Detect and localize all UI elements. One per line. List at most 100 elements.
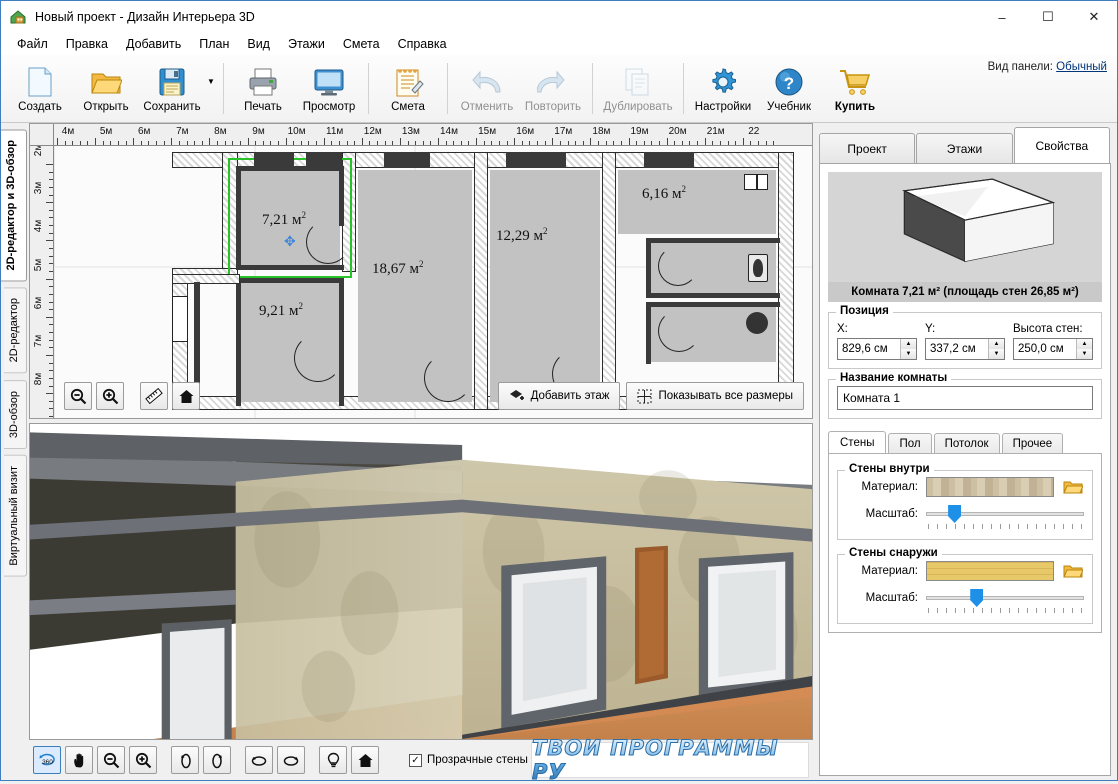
ruler-tick [46,316,53,318]
toolbar-print-button[interactable]: Печать [230,57,296,122]
toolbar-settings-button[interactable]: Настройки [690,57,756,122]
menu-help[interactable]: Справка [390,35,455,53]
ruler-tick-minor [49,332,53,334]
view-3d-viewport[interactable] [29,423,813,740]
application-window: Новый проект - Дизайн Интерьера 3D – ☐ ✕… [0,0,1118,784]
mode-tab-2d-editor[interactable]: 2D-редактор [4,287,27,374]
transparent-walls-checkbox[interactable]: ✓ Прозрачные стены [409,753,528,767]
tab-properties[interactable]: Свойства [1013,127,1110,163]
plan-home-button[interactable] [172,382,200,410]
slider-thumb[interactable] [948,505,962,523]
toolbar-estimate-button[interactable]: Смета [375,57,441,122]
surface-tab-walls[interactable]: Стены [828,431,887,454]
tab-floors[interactable]: Этажи [916,133,1013,163]
room-preview-caption: Комната 7,21 м² (площадь стен 26,85 м²) [828,282,1102,302]
view3d-zoom-in-button[interactable] [129,746,157,774]
zoom-in-icon [135,752,151,768]
room-move-handle-icon[interactable]: ✥ [284,233,296,250]
add-floor-button[interactable]: Добавить этаж [497,382,621,410]
maximize-button[interactable]: ☐ [1025,1,1071,33]
lighting-button[interactable] [319,746,347,774]
wall-height-spinner[interactable]: ▲ ▼ [1013,338,1093,360]
y-input[interactable] [926,343,988,355]
surface-tab-other[interactable]: Прочее [1001,433,1064,454]
x-spin-up-icon[interactable]: ▲ [901,339,916,349]
ruler-tick-minor [49,377,53,379]
y-spin-down-icon[interactable]: ▼ [989,349,1004,359]
menu-plan[interactable]: План [191,35,237,53]
x-spinner[interactable]: ▲ ▼ [837,338,917,360]
wall-height-spin-down-icon[interactable]: ▼ [1077,349,1092,359]
ruler-label: 7м [33,334,44,348]
close-button[interactable]: ✕ [1071,1,1117,33]
slider-thumb[interactable] [970,589,984,607]
plan-zoom-out-button[interactable] [64,382,92,410]
toolbar-settings-label: Настройки [694,101,752,113]
view3d-home-button[interactable] [351,746,379,774]
y-spin-buttons[interactable]: ▲ ▼ [988,339,1004,359]
show-dimensions-button[interactable]: Показывать все размеры [626,382,804,410]
rotate-horizontal-left-button[interactable] [245,746,273,774]
minimize-button[interactable]: – [979,1,1025,33]
3d-scene[interactable] [30,424,812,739]
mode-tab-2d-and-3d[interactable]: 2D-редактор и 3D-обзор [1,129,27,282]
walls-inside-browse-folder-icon[interactable] [1062,478,1084,496]
ruler-tick-minor [239,141,241,145]
plan-measure-button[interactable] [140,382,168,410]
orbit-360-button[interactable]: 360 [33,746,61,774]
y-spin-up-icon[interactable]: ▲ [989,339,1004,349]
walls-outside-scale-slider[interactable] [926,589,1084,613]
toolbar-duplicate-button[interactable]: Дублировать [599,57,677,122]
plan-zoom-in-button[interactable] [96,382,124,410]
view3d-zoom-out-button[interactable] [97,746,125,774]
walls-inside-scale-slider[interactable] [926,505,1084,529]
room-label-6-16: 6,16 м2 [642,184,686,202]
x-spin-buttons[interactable]: ▲ ▼ [900,339,916,359]
toolbar-redo-button[interactable]: Повторить [520,57,586,122]
wall-height-spin-buttons[interactable]: ▲ ▼ [1076,339,1092,359]
walls-inside-material-swatch[interactable] [926,477,1054,497]
ruler-tick-minor [758,141,760,145]
x-spin-down-icon[interactable]: ▼ [901,349,916,359]
ruler-tick-minor [300,141,302,145]
mode-tab-3d-overview[interactable]: 3D-обзор [4,379,27,449]
mode-tab-virtual-visit[interactable]: Виртуальный визит [4,454,27,577]
transparent-walls-checkbox-box[interactable]: ✓ [409,753,422,767]
toolbar-open-button[interactable]: Открыть [73,57,139,122]
room-name-input[interactable] [837,386,1093,410]
menu-floors[interactable]: Этажи [280,35,333,53]
menu-file[interactable]: Файл [9,35,56,53]
ruler-tick [46,202,53,204]
ruler-tick-minor [49,416,53,418]
toolbar-preview-button[interactable]: Просмотр [296,57,362,122]
toolbar-buy-button[interactable]: Купить [822,57,888,122]
walls-outside-browse-folder-icon[interactable] [1062,562,1084,580]
rotate-vertical-left-button[interactable] [171,746,199,774]
menu-add[interactable]: Добавить [118,35,189,53]
toolbar-new-button[interactable]: Создать [7,57,73,122]
tab-project[interactable]: Проект [819,133,916,163]
toolbar-save-button[interactable]: Сохранить [139,57,205,122]
wall-height-spin-up-icon[interactable]: ▲ [1077,339,1092,349]
rotate-horizontal-right-button[interactable] [277,746,305,774]
menu-edit[interactable]: Правка [58,35,116,53]
x-input[interactable] [838,343,900,355]
ruler-tick-minor [270,141,272,145]
plan-2d-viewport[interactable]: 4м 5м 6м 7м 8м 9м 10м 11м 12м 13м 14м 15м 16м 17м 18м 1… [29,123,813,419]
panel-view-link[interactable]: Обычный [1056,61,1107,73]
wall-height-input[interactable] [1014,343,1076,355]
menu-estimate[interactable]: Смета [335,35,388,53]
toolbar-undo-button[interactable]: Отменить [454,57,520,122]
save-dropdown-caret-icon[interactable]: ▼ [205,57,217,122]
properties-content: Комната 7,21 м² (площадь стен 26,85 м²) … [819,163,1111,776]
rotate-vertical-right-button[interactable] [203,746,231,774]
floor-plan-canvas[interactable]: 7,21 м2 ✥ 9,21 м2 18,67 м2 12,29 м2 6,16… [54,146,812,418]
walls-outside-material-swatch[interactable] [926,561,1054,581]
pan-button[interactable] [65,746,93,774]
surface-tab-ceiling[interactable]: Потолок [933,433,1000,454]
surface-tab-floor[interactable]: Пол [888,433,932,454]
ruler-tick-minor [49,301,53,303]
toolbar-tutorial-button[interactable]: ? Учебник [756,57,822,122]
menu-view[interactable]: Вид [239,35,278,53]
y-spinner[interactable]: ▲ ▼ [925,338,1005,360]
